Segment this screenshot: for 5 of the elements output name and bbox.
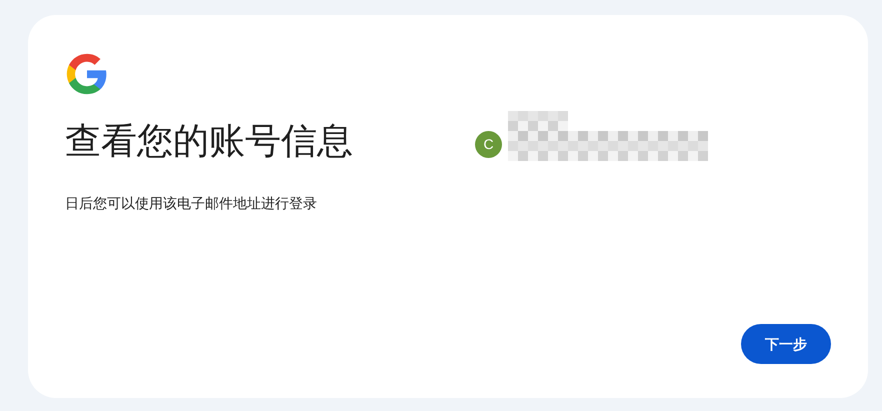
page-title: 查看您的账号信息 xyxy=(65,119,354,163)
avatar: C xyxy=(475,131,502,158)
subtitle: 日后您可以使用该电子邮件地址进行登录 xyxy=(65,194,318,213)
next-button[interactable]: 下一步 xyxy=(741,324,831,364)
logo-icon xyxy=(65,51,109,97)
